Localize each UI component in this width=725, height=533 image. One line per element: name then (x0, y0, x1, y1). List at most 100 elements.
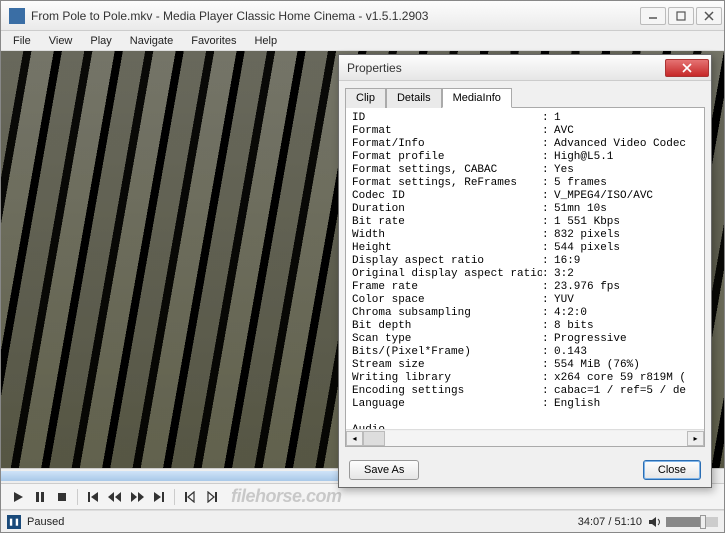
mediainfo-value: AVC (554, 125, 698, 138)
mediainfo-panel: ID: 1Format: AVCFormat/Info: Advanced Vi… (345, 107, 705, 447)
tab-details[interactable]: Details (386, 88, 442, 108)
status-bar: ❚❚ Paused 34:07 / 51:10 (1, 510, 724, 532)
mediainfo-key: Codec ID (352, 190, 542, 203)
mediainfo-row: Codec ID: V_MPEG4/ISO/AVC (352, 190, 698, 203)
mediainfo-row: Display aspect ratio: 16:9 (352, 255, 698, 268)
tab-strip: Clip Details MediaInfo (339, 81, 711, 107)
mediainfo-value: Yes (554, 164, 698, 177)
dialog-title: Properties (347, 61, 665, 75)
mediainfo-key: Bits/(Pixel*Frame) (352, 346, 542, 359)
menu-help[interactable]: Help (246, 33, 285, 49)
dialog-buttons: Save As Close (339, 453, 711, 487)
mediainfo-value: 1 551 Kbps (554, 216, 698, 229)
stop-button[interactable] (51, 487, 73, 507)
volume-icon[interactable] (648, 515, 662, 529)
mediainfo-value: YUV (554, 294, 698, 307)
mediainfo-value: cabac=1 / ref=5 / de (554, 385, 698, 398)
menu-view[interactable]: View (41, 33, 81, 49)
mediainfo-row: Format settings, CABAC: Yes (352, 164, 698, 177)
mediainfo-row: Duration: 51mn 10s (352, 203, 698, 216)
mediainfo-row: Format: AVC (352, 125, 698, 138)
horizontal-scrollbar[interactable]: ◂ ▸ (346, 429, 704, 446)
mediainfo-row: Format profile: High@L5.1 (352, 151, 698, 164)
status-time: 34:07 / 51:10 (578, 516, 642, 528)
mediainfo-value: 3:2 (554, 268, 698, 281)
scroll-track[interactable] (363, 431, 687, 446)
mediainfo-row: Encoding settings: cabac=1 / ref=5 / de (352, 385, 698, 398)
mediainfo-value: 0.143 (554, 346, 698, 359)
mediainfo-value: 1 (554, 112, 698, 125)
properties-dialog: Properties Clip Details MediaInfo ID: 1F… (338, 54, 712, 488)
mediainfo-row: Stream size: 554 MiB (76%) (352, 359, 698, 372)
menubar: File View Play Navigate Favorites Help (1, 31, 724, 51)
mediainfo-value: x264 core 59 r819M ( (554, 372, 698, 385)
mediainfo-row: Original display aspect ratio: 3:2 (352, 268, 698, 281)
menu-file[interactable]: File (5, 33, 39, 49)
mediainfo-value: 23.976 fps (554, 281, 698, 294)
menu-favorites[interactable]: Favorites (183, 33, 244, 49)
mediainfo-value: 832 pixels (554, 229, 698, 242)
mediainfo-value: V_MPEG4/ISO/AVC (554, 190, 698, 203)
menu-navigate[interactable]: Navigate (122, 33, 181, 49)
rewind-button[interactable] (104, 487, 126, 507)
mediainfo-row: Chroma subsampling: 4:2:0 (352, 307, 698, 320)
prev-button[interactable] (82, 487, 104, 507)
status-icon: ❚❚ (7, 515, 21, 529)
window-controls (640, 7, 722, 25)
mediainfo-row: Frame rate: 23.976 fps (352, 281, 698, 294)
maximize-button[interactable] (668, 7, 694, 25)
mediainfo-key: ID (352, 112, 542, 125)
mediainfo-key: Language (352, 398, 542, 411)
next-button[interactable] (148, 487, 170, 507)
mediainfo-row: Format/Info: Advanced Video Codec (352, 138, 698, 151)
titlebar: From Pole to Pole.mkv - Media Player Cla… (1, 1, 724, 31)
mediainfo-value: 544 pixels (554, 242, 698, 255)
mediainfo-row: Width: 832 pixels (352, 229, 698, 242)
status-text: Paused (27, 516, 578, 528)
dialog-close-button[interactable] (665, 59, 709, 77)
mediainfo-key: Width (352, 229, 542, 242)
mediainfo-key: Color space (352, 294, 542, 307)
step-fwd-button[interactable] (201, 487, 223, 507)
mediainfo-row: ID: 1 (352, 112, 698, 125)
mediainfo-row: Color space: YUV (352, 294, 698, 307)
tab-mediainfo[interactable]: MediaInfo (442, 88, 512, 108)
mediainfo-value: 51mn 10s (554, 203, 698, 216)
scroll-left-button[interactable]: ◂ (346, 431, 363, 446)
mediainfo-row: Height: 544 pixels (352, 242, 698, 255)
mediainfo-key: Writing library (352, 372, 542, 385)
mediainfo-row: Format settings, ReFrames: 5 frames (352, 177, 698, 190)
volume-thumb[interactable] (700, 515, 706, 529)
mediainfo-value: 554 MiB (76%) (554, 359, 698, 372)
close-button-dialog[interactable]: Close (643, 460, 701, 480)
dialog-titlebar[interactable]: Properties (339, 55, 711, 81)
mediainfo-key: Scan type (352, 333, 542, 346)
window-title: From Pole to Pole.mkv - Media Player Cla… (31, 9, 640, 23)
tab-clip[interactable]: Clip (345, 88, 386, 108)
minimize-button[interactable] (640, 7, 666, 25)
mediainfo-row: Bit rate: 1 551 Kbps (352, 216, 698, 229)
watermark: filehorse.com (231, 486, 342, 507)
scroll-thumb[interactable] (363, 431, 385, 446)
mediainfo-row: Language: English (352, 398, 698, 411)
mediainfo-key: Format settings, ReFrames (352, 177, 542, 190)
volume-slider[interactable] (666, 517, 718, 527)
pause-button[interactable] (29, 487, 51, 507)
forward-button[interactable] (126, 487, 148, 507)
mediainfo-value: Progressive (554, 333, 698, 346)
mediainfo-key: Bit depth (352, 320, 542, 333)
mediainfo-key: Format settings, CABAC (352, 164, 542, 177)
scroll-right-button[interactable]: ▸ (687, 431, 704, 446)
save-as-button[interactable]: Save As (349, 460, 419, 480)
mediainfo-list[interactable]: ID: 1Format: AVCFormat/Info: Advanced Vi… (346, 108, 704, 429)
menu-play[interactable]: Play (82, 33, 119, 49)
separator (77, 489, 78, 505)
mediainfo-key: Format profile (352, 151, 542, 164)
close-button[interactable] (696, 7, 722, 25)
mediainfo-key: Stream size (352, 359, 542, 372)
mediainfo-row: Bit depth: 8 bits (352, 320, 698, 333)
step-back-button[interactable] (179, 487, 201, 507)
play-button[interactable] (7, 487, 29, 507)
mediainfo-value: English (554, 398, 698, 411)
mediainfo-key: Format/Info (352, 138, 542, 151)
